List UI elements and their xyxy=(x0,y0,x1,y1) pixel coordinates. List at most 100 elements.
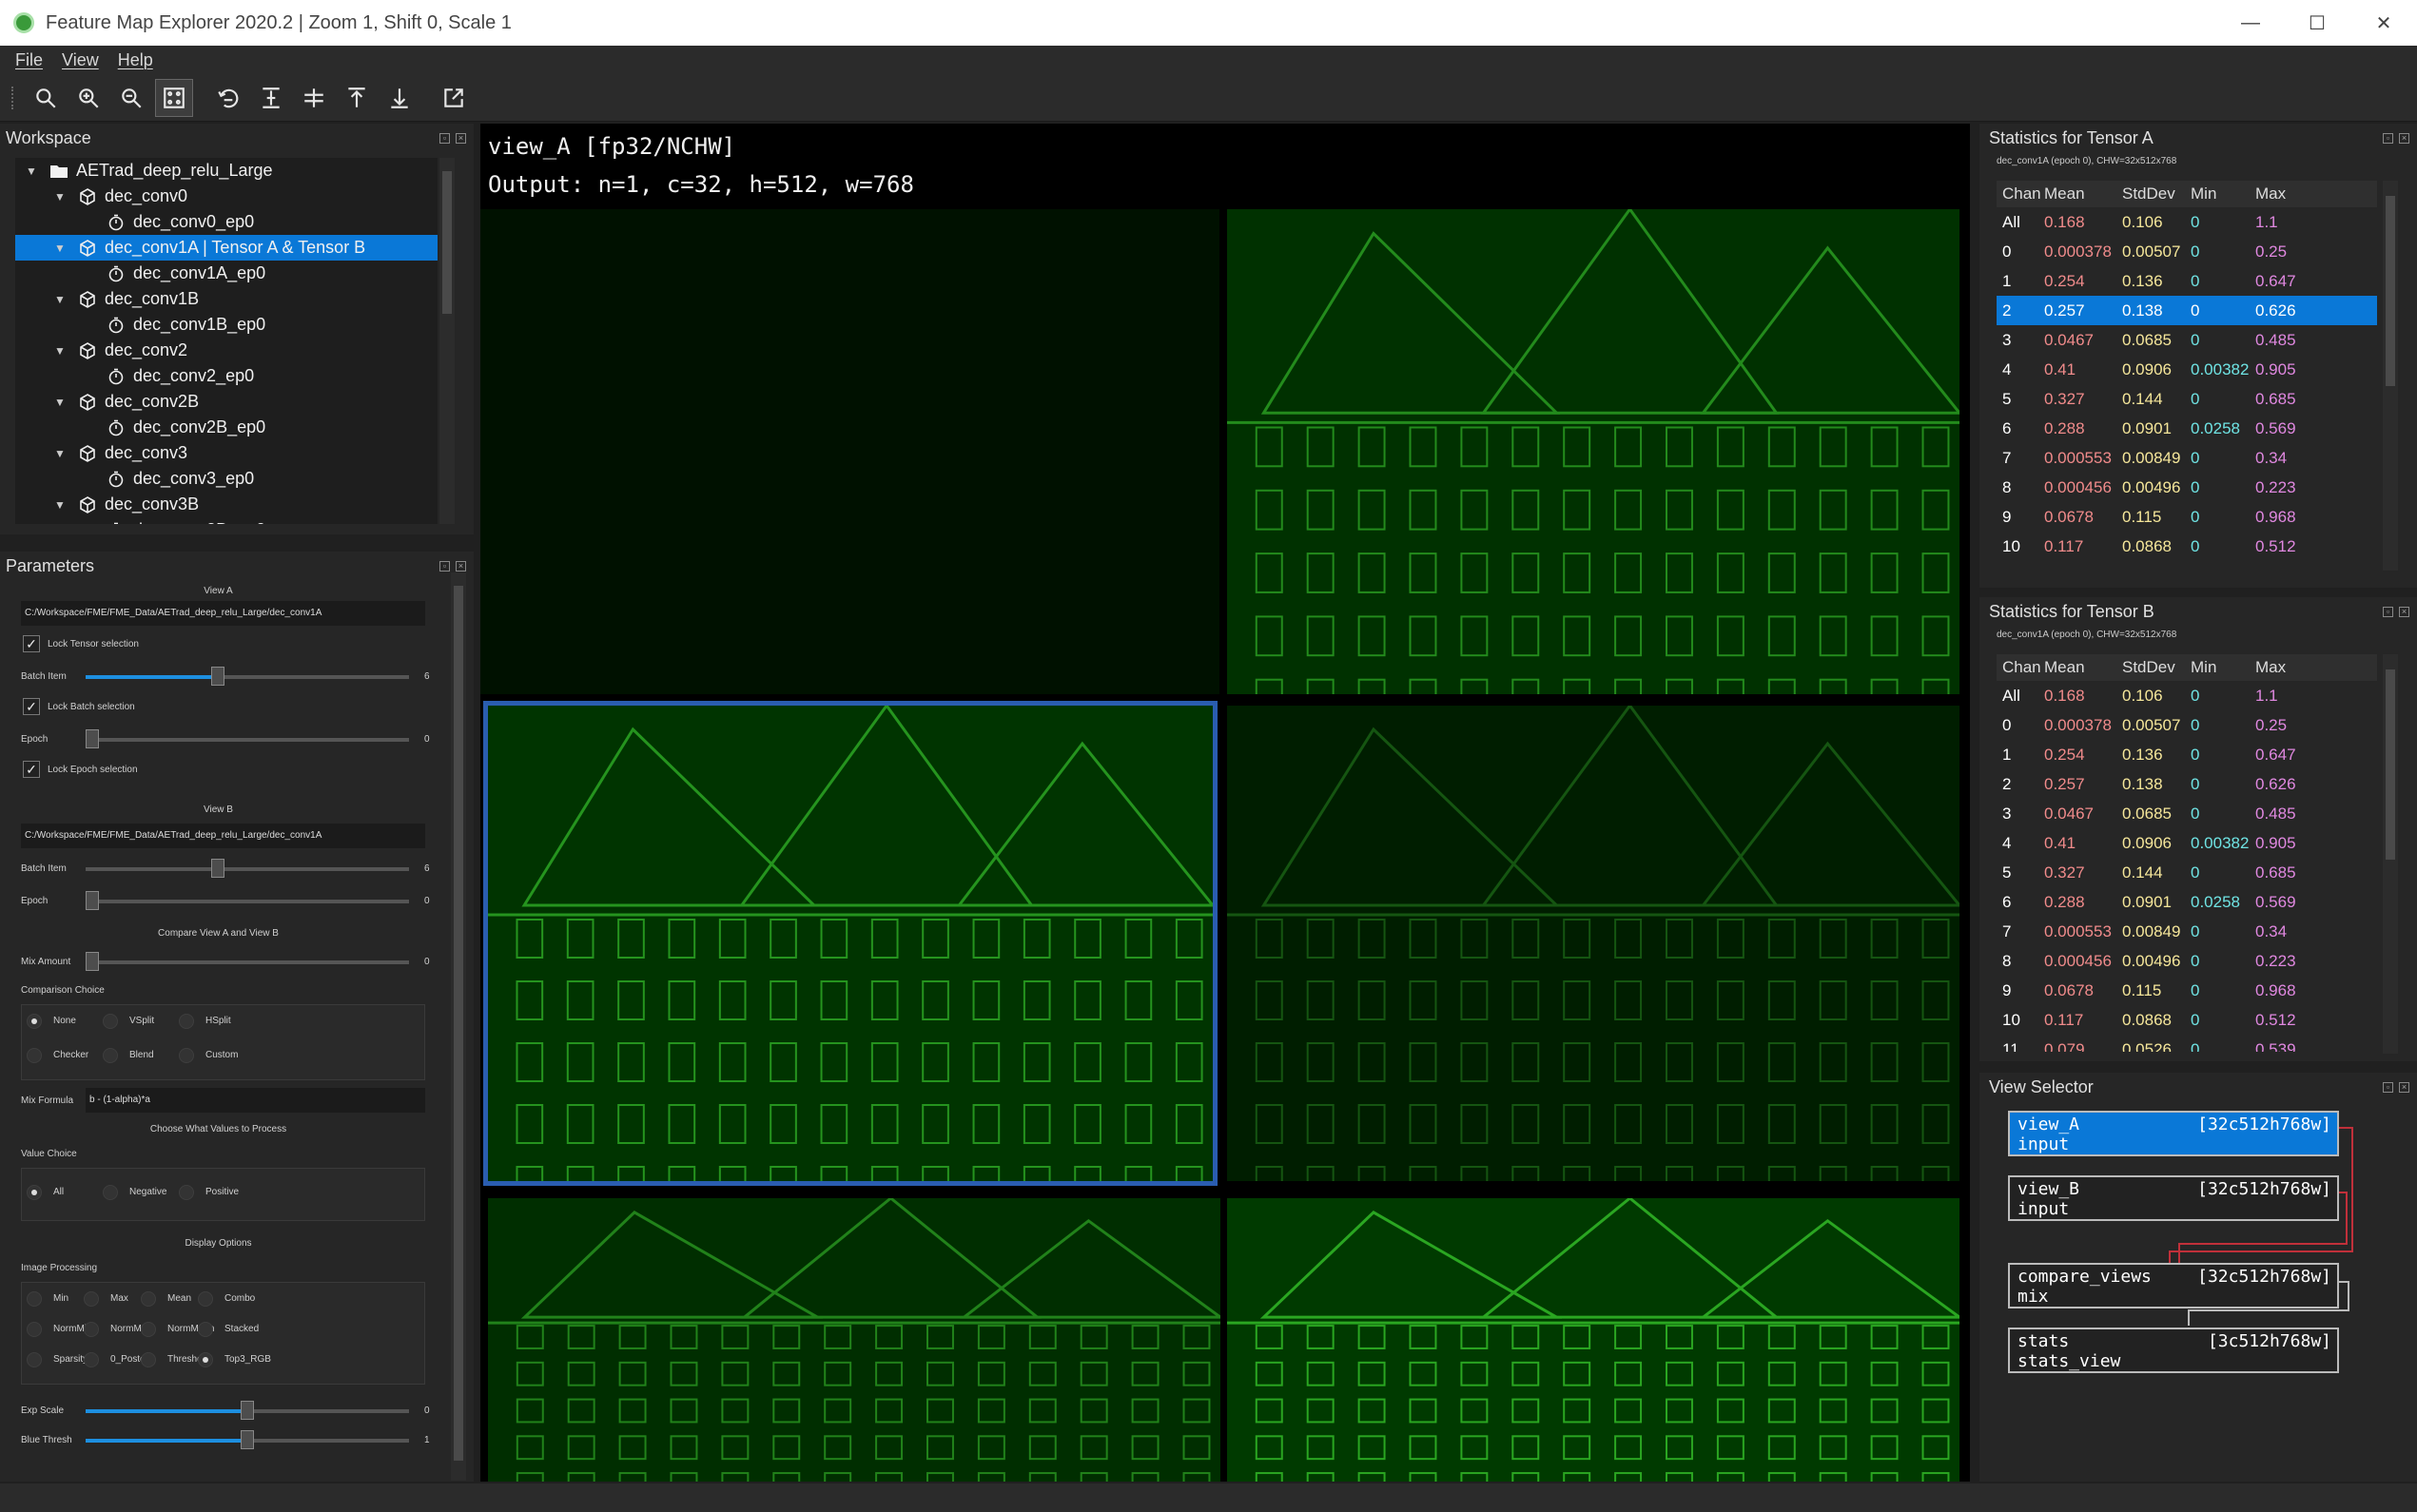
tree-item-layer[interactable]: ▼ dec_conv3 xyxy=(15,440,438,466)
stats-a-scrollbar[interactable] xyxy=(2383,181,2398,571)
radio-negative[interactable] xyxy=(103,1185,118,1200)
view-b-path-field[interactable]: C:/Workspace/FME/FME_Data/AETrad_deep_re… xyxy=(21,824,425,848)
lock-batch-checkbox[interactable]: ✓ xyxy=(23,698,40,715)
maximize-button[interactable]: ☐ xyxy=(2284,0,2350,46)
view-b-batch-slider[interactable] xyxy=(86,859,409,878)
column-header[interactable]: Mean xyxy=(2044,184,2122,204)
view-b-epoch-slider[interactable] xyxy=(86,891,409,910)
radio-top3-rgb[interactable] xyxy=(198,1352,213,1367)
expand-caret-icon[interactable]: ▼ xyxy=(53,293,67,306)
refresh-icon[interactable] xyxy=(209,79,247,117)
toolbar-grip[interactable] xyxy=(11,86,15,109)
view-a-epoch-slider[interactable] xyxy=(86,729,409,748)
radio-custom[interactable] xyxy=(179,1048,194,1063)
radio-min[interactable] xyxy=(27,1291,42,1307)
column-header[interactable]: Chan xyxy=(1997,184,2044,204)
radio-max[interactable] xyxy=(84,1291,99,1307)
column-header[interactable]: StdDev xyxy=(2122,184,2191,204)
expand-caret-icon[interactable]: ▼ xyxy=(53,190,67,204)
expand-caret-icon[interactable]: ▼ xyxy=(53,242,67,255)
column-header[interactable]: Min xyxy=(2191,658,2255,677)
table-row[interactable]: 10 0.117 0.0868 0 0.512 xyxy=(1997,532,2377,561)
table-row[interactable]: 3 0.0467 0.0685 0 0.485 xyxy=(1997,325,2377,355)
radio-combo[interactable] xyxy=(198,1291,213,1307)
table-row[interactable]: 7 0.000553 0.00849 0 0.34 xyxy=(1997,443,2377,473)
table-row[interactable]: 0 0.000378 0.00507 0 0.25 xyxy=(1997,710,2377,740)
radio-blend[interactable] xyxy=(103,1048,118,1063)
view-node-stats[interactable]: stats stats_view [3c512h768w] xyxy=(2008,1328,2339,1373)
table-row[interactable]: 1 0.254 0.136 0 0.647 xyxy=(1997,266,2377,296)
align-top-icon[interactable] xyxy=(338,79,376,117)
radio-0-poster[interactable] xyxy=(84,1352,99,1367)
expand-caret-icon[interactable]: ▼ xyxy=(53,498,67,512)
radio-normmin[interactable] xyxy=(27,1322,42,1337)
tree-item-layer[interactable]: ▼ dec_conv2 xyxy=(15,338,438,363)
float-icon[interactable]: ▫ xyxy=(439,132,450,144)
expand-caret-icon[interactable]: ▼ xyxy=(53,396,67,409)
menu-file[interactable]: File xyxy=(15,50,43,70)
radio-hsplit[interactable] xyxy=(179,1014,194,1029)
close-panel-icon[interactable]: × xyxy=(2399,606,2409,617)
table-row[interactable]: 11 0.079 0.0526 0 0.539 xyxy=(1997,1035,2377,1053)
close-panel-icon[interactable]: × xyxy=(2399,132,2409,144)
column-header[interactable]: Mean xyxy=(2044,658,2122,677)
tree-item-layer[interactable]: ▼ dec_conv1A | Tensor A & Tensor B xyxy=(15,235,438,261)
float-icon[interactable]: ▫ xyxy=(2383,606,2393,617)
menu-help[interactable]: Help xyxy=(118,50,153,70)
feature-tile-4[interactable] xyxy=(488,1198,1220,1482)
column-header[interactable]: Chan xyxy=(1997,658,2044,677)
feature-tile-2[interactable] xyxy=(483,701,1218,1186)
table-row[interactable]: All 0.168 0.106 0 1.1 xyxy=(1997,207,2377,237)
tree-item-layer[interactable]: ▼ dec_conv2B xyxy=(15,389,438,415)
column-header[interactable]: StdDev xyxy=(2122,658,2191,677)
tree-item-epoch[interactable]: dec_conv2_ep0 xyxy=(15,363,438,389)
feature-tile-5[interactable] xyxy=(1227,1198,1959,1482)
close-button[interactable]: ✕ xyxy=(2350,0,2417,46)
stats-a-table[interactable]: Chan Mean StdDev Min Max All 0.168 0.106 0 1.1 0 0.… xyxy=(1997,181,2377,569)
mix-amount-slider[interactable] xyxy=(86,952,409,971)
column-header[interactable]: Max xyxy=(2255,184,2312,204)
table-row[interactable]: 5 0.327 0.144 0 0.685 xyxy=(1997,384,2377,414)
radio-vsplit[interactable] xyxy=(103,1014,118,1029)
table-row[interactable]: 3 0.0467 0.0685 0 0.485 xyxy=(1997,799,2377,828)
float-icon[interactable]: ▫ xyxy=(439,560,450,572)
table-row[interactable]: 10 0.117 0.0868 0 0.512 xyxy=(1997,1005,2377,1035)
table-row[interactable]: 4 0.41 0.0906 0.00382 0.905 xyxy=(1997,828,2377,858)
lock-epoch-checkbox[interactable]: ✓ xyxy=(23,761,40,778)
workspace-tree[interactable]: ▼ AETrad_deep_relu_Large ▼ dec_conv0 dec_con… xyxy=(15,158,438,524)
zoom-out-icon[interactable] xyxy=(112,79,150,117)
random-icon[interactable] xyxy=(155,78,193,117)
menu-view[interactable]: View xyxy=(62,50,99,70)
zoom-fit-icon[interactable] xyxy=(27,79,65,117)
download-icon[interactable] xyxy=(380,79,419,117)
view-node-view-A[interactable]: view_A input [32c512h768w] xyxy=(2008,1111,2339,1156)
feature-tile-0[interactable] xyxy=(480,209,1219,694)
table-row[interactable]: 8 0.000456 0.00496 0 0.223 xyxy=(1997,473,2377,502)
table-row[interactable]: 5 0.327 0.144 0 0.685 xyxy=(1997,858,2377,887)
column-header[interactable]: Max xyxy=(2255,658,2312,677)
tree-item-epoch[interactable]: dec_conv3B_ep0 xyxy=(15,517,438,524)
radio-checker[interactable] xyxy=(27,1048,42,1063)
tree-item-layer[interactable]: ▼ dec_conv0 xyxy=(15,184,438,209)
tree-item-epoch[interactable]: dec_conv0_ep0 xyxy=(15,209,438,235)
column-header[interactable]: Min xyxy=(2191,184,2255,204)
expand-caret-icon[interactable]: ▼ xyxy=(25,165,38,178)
table-row[interactable]: 4 0.41 0.0906 0.00382 0.905 xyxy=(1997,355,2377,384)
close-panel-icon[interactable]: × xyxy=(456,560,466,572)
fit-height-icon[interactable] xyxy=(252,79,290,117)
feature-tile-3[interactable] xyxy=(1227,706,1959,1181)
tree-item-epoch[interactable]: dec_conv1B_ep0 xyxy=(15,312,438,338)
tree-item-layer[interactable]: ▼ dec_conv1B xyxy=(15,286,438,312)
view-node-compare-views[interactable]: compare_views mix [32c512h768w] xyxy=(2008,1263,2339,1308)
tree-item-epoch[interactable]: dec_conv1A_ep0 xyxy=(15,261,438,286)
minimize-button[interactable]: — xyxy=(2217,0,2284,46)
table-row[interactable]: 6 0.288 0.0901 0.0258 0.569 xyxy=(1997,414,2377,443)
radio-positive[interactable] xyxy=(179,1185,194,1200)
lock-tensor-checkbox[interactable]: ✓ xyxy=(23,635,40,652)
split-icon[interactable] xyxy=(295,79,333,117)
tree-item-folder[interactable]: ▼ AETrad_deep_relu_Large xyxy=(15,158,438,184)
radio-sparsity[interactable] xyxy=(27,1352,42,1367)
radio-mean[interactable] xyxy=(141,1291,156,1307)
view-a-path-field[interactable]: C:/Workspace/FME/FME_Data/AETrad_deep_re… xyxy=(21,601,425,626)
table-row[interactable]: 9 0.0678 0.115 0 0.968 xyxy=(1997,502,2377,532)
